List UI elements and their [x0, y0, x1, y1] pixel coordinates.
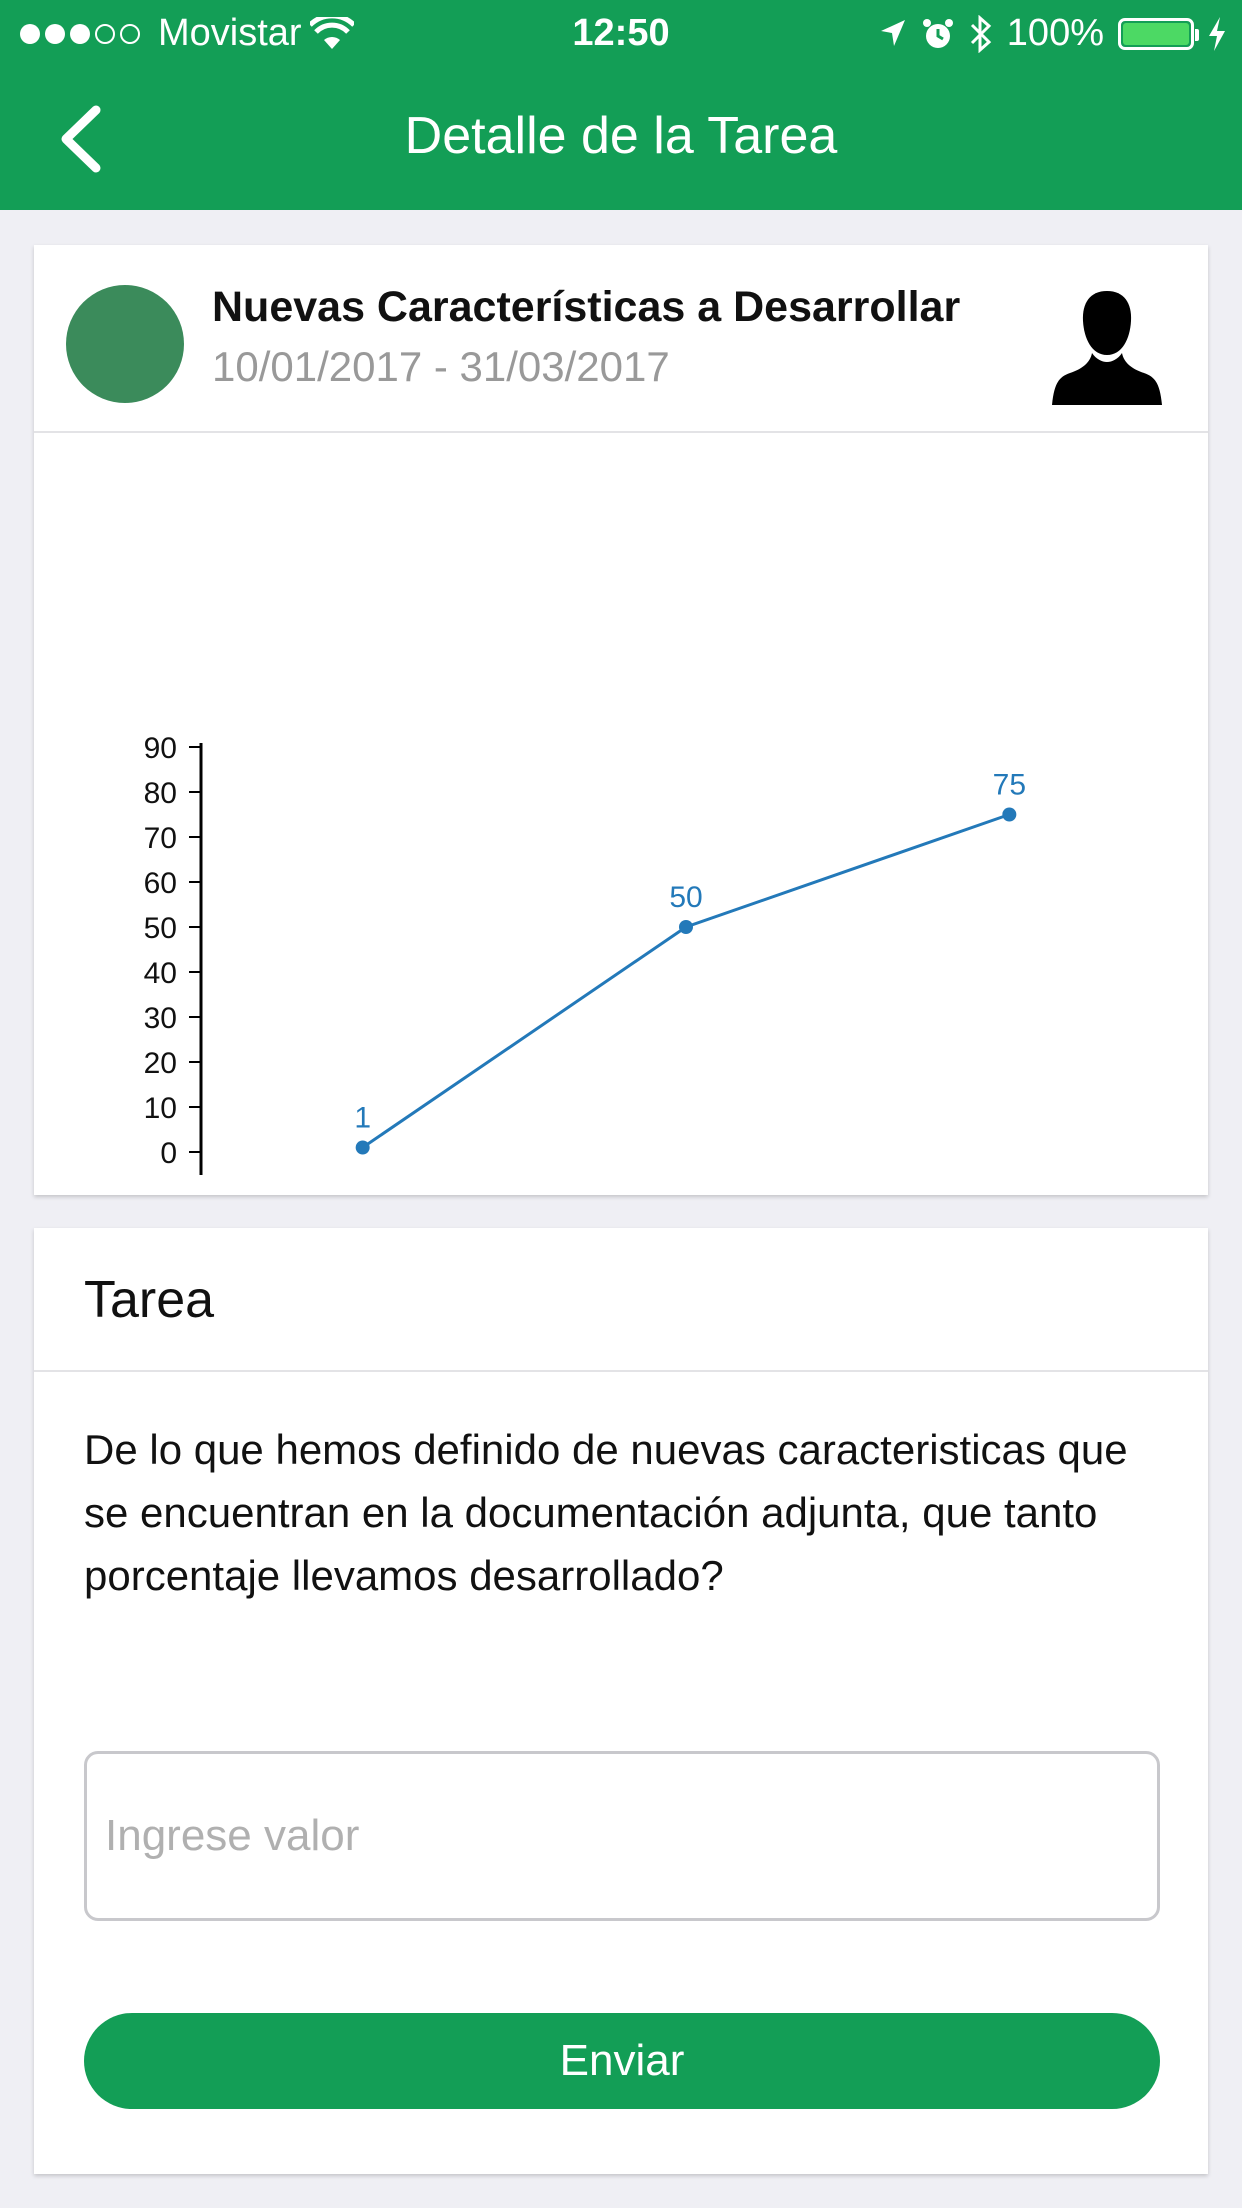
- data-point: [1002, 807, 1017, 822]
- data-label: 50: [669, 881, 702, 914]
- page-title: Detalle de la Tarea: [404, 107, 838, 165]
- data-point: [355, 1140, 370, 1155]
- send-button[interactable]: Enviar: [84, 2013, 1160, 2109]
- task-title: Nuevas Características a Desarrollar: [212, 283, 961, 331]
- top-bar: Movistar 12:50 100% Detalle de la Tarea: [0, 0, 1242, 210]
- location-icon: [880, 19, 905, 46]
- status-bar: Movistar 12:50 100%: [0, 0, 1242, 66]
- data-label: 1: [354, 1102, 371, 1135]
- task-dates: 10/01/2017 - 31/03/2017: [212, 343, 670, 390]
- y-tick-label: 70: [144, 822, 177, 855]
- series-line: [361, 813, 1010, 1149]
- bluetooth-icon: [970, 14, 991, 53]
- navigation-bar: Detalle de la Tarea: [0, 66, 1242, 210]
- y-tick-label: 30: [144, 1002, 177, 1035]
- battery-percent: 100%: [1006, 12, 1104, 54]
- task-question: De lo que hemos definido de nuevas carac…: [84, 1426, 1128, 1599]
- y-tick-label: 90: [144, 732, 177, 765]
- data-point: [679, 920, 693, 934]
- task-header: Nuevas Características a Desarrollar 10/…: [34, 245, 1208, 433]
- y-tick-label: 80: [144, 777, 177, 810]
- task-color-avatar: [66, 285, 184, 403]
- y-tick-label: 50: [144, 912, 177, 945]
- value-input[interactable]: [84, 1751, 1160, 1921]
- task-form-card: Tarea De lo que hemos definido de nuevas…: [34, 1228, 1208, 2174]
- y-tick-label: 10: [144, 1092, 177, 1125]
- task-chart-card: Nuevas Características a Desarrollar 10/…: [34, 245, 1208, 1195]
- y-tick-label: 40: [144, 957, 177, 990]
- user-icon[interactable]: [1052, 287, 1162, 405]
- line-chart: 9080706050403020100-1025/01/17 15:2825/0…: [144, 732, 1026, 1175]
- charging-icon: [1209, 16, 1225, 51]
- data-label: 75: [993, 769, 1026, 802]
- alarm-icon: [922, 18, 953, 48]
- section-title: Tarea: [34, 1228, 1208, 1372]
- y-tick-label: 0: [160, 1137, 177, 1170]
- y-tick-label: 20: [144, 1047, 177, 1080]
- battery-icon: [1118, 17, 1199, 50]
- y-tick-label: 60: [144, 867, 177, 900]
